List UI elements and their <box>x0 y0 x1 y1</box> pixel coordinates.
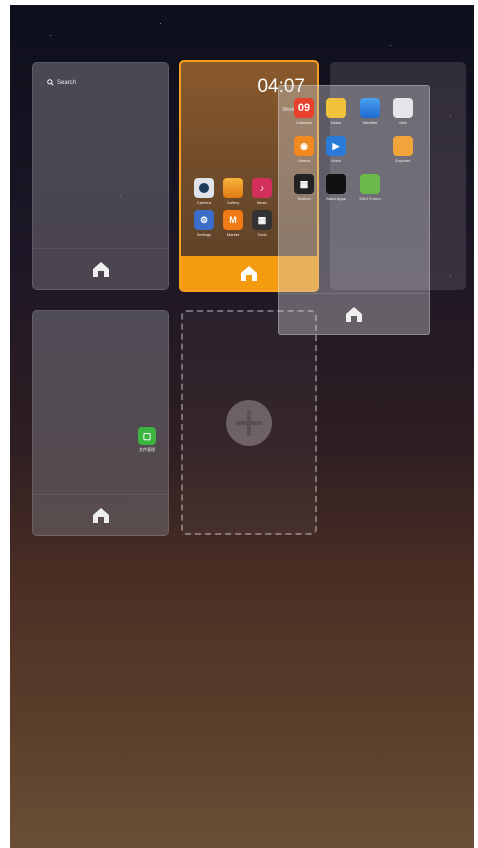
tools-icon: ▦ <box>252 210 272 230</box>
app-label: Gallery <box>226 200 240 205</box>
notes-icon <box>326 98 346 118</box>
screen-preview-3[interactable]: ▢ 文件管理 <box>32 310 169 536</box>
app-camera[interactable]: Camera <box>191 178 217 205</box>
app-toolbox[interactable]: ▦ Toolbox <box>291 174 317 201</box>
app-label: Camera <box>196 200 212 205</box>
app-label: 文件管理 <box>139 447 155 452</box>
set-home-button[interactable] <box>279 293 429 334</box>
mail-icon <box>393 98 413 118</box>
app-music[interactable]: ♪ Music <box>249 178 275 205</box>
explorer-icon <box>393 136 413 156</box>
app-weather[interactable]: Weather <box>357 98 383 125</box>
app-label: Tools <box>257 232 267 237</box>
music-icon: ♪ <box>252 178 272 198</box>
gallery-icon <box>223 178 243 198</box>
app-label: Calendar <box>295 120 313 125</box>
games-icon: ◉ <box>294 136 314 156</box>
app-mail[interactable]: Mail <box>390 98 416 125</box>
app-label: Explorer <box>395 158 411 163</box>
app-label: Weather <box>362 120 378 125</box>
app-video[interactable]: ▶ Video <box>323 136 349 163</box>
video-icon: ▶ <box>326 136 346 156</box>
app-market[interactable]: M Market <box>220 210 246 237</box>
app-explorer[interactable]: Explorer <box>390 136 416 163</box>
weather-icon <box>360 98 380 118</box>
add-screen-button[interactable] <box>181 310 317 535</box>
app-file-manager[interactable]: ▢ 文件管理 <box>131 427 163 453</box>
app-gallery[interactable]: Gallery <box>220 178 246 205</box>
star <box>50 35 51 36</box>
app-label: Market <box>226 232 240 237</box>
search-label: Search <box>57 79 77 86</box>
app-label: Video <box>330 158 342 163</box>
app-label: Black Apps <box>326 196 346 201</box>
home-icon <box>346 307 362 322</box>
app-label: MIUI Forum <box>359 196 381 201</box>
camera-icon <box>194 178 214 198</box>
settings-icon: ⚙ <box>194 210 214 230</box>
search-icon <box>47 79 54 86</box>
search-widget: Search <box>47 79 76 86</box>
home-icon <box>92 262 109 277</box>
screen-preview-1[interactable]: Search <box>32 62 169 290</box>
app-settings[interactable]: ⚙ Settings <box>191 210 217 237</box>
app-label: Settings <box>196 232 212 237</box>
star <box>160 23 161 24</box>
app-notes[interactable]: Notes <box>323 98 349 125</box>
app-calendar[interactable]: 09 Calendar <box>291 98 317 125</box>
calendar-icon: 09 <box>294 98 314 118</box>
star <box>390 45 391 46</box>
file-manager-icon: ▢ <box>138 427 156 445</box>
app-label: Mail <box>399 120 407 125</box>
android-icon <box>360 174 380 194</box>
plus-icon <box>226 399 272 446</box>
app-label: Notes <box>330 120 342 125</box>
app-label: Toolbox <box>297 196 311 201</box>
app-miui-forum[interactable]: MIUI Forum <box>357 174 383 201</box>
folder-icon: ▦ <box>294 174 314 194</box>
market-icon: M <box>223 210 243 230</box>
set-home-button[interactable] <box>33 248 168 289</box>
dragged-screen-preview[interactable]: 09 Calendar Notes Weather Mail ◉ Games ▶… <box>278 85 430 335</box>
app-games[interactable]: ◉ Games <box>291 136 317 163</box>
home-icon <box>92 508 109 523</box>
black-app-icon <box>326 174 346 194</box>
app-black-apps[interactable]: Black Apps <box>323 174 349 201</box>
app-label: Games <box>297 158 311 163</box>
set-home-button[interactable] <box>33 494 168 535</box>
app-label: Music <box>256 200 268 205</box>
app-tools[interactable]: ▦ Tools <box>249 210 275 237</box>
home-icon <box>241 266 257 281</box>
homescreen-editor: Search 04:07 2013 Wednes... Camera Galle… <box>10 5 474 848</box>
